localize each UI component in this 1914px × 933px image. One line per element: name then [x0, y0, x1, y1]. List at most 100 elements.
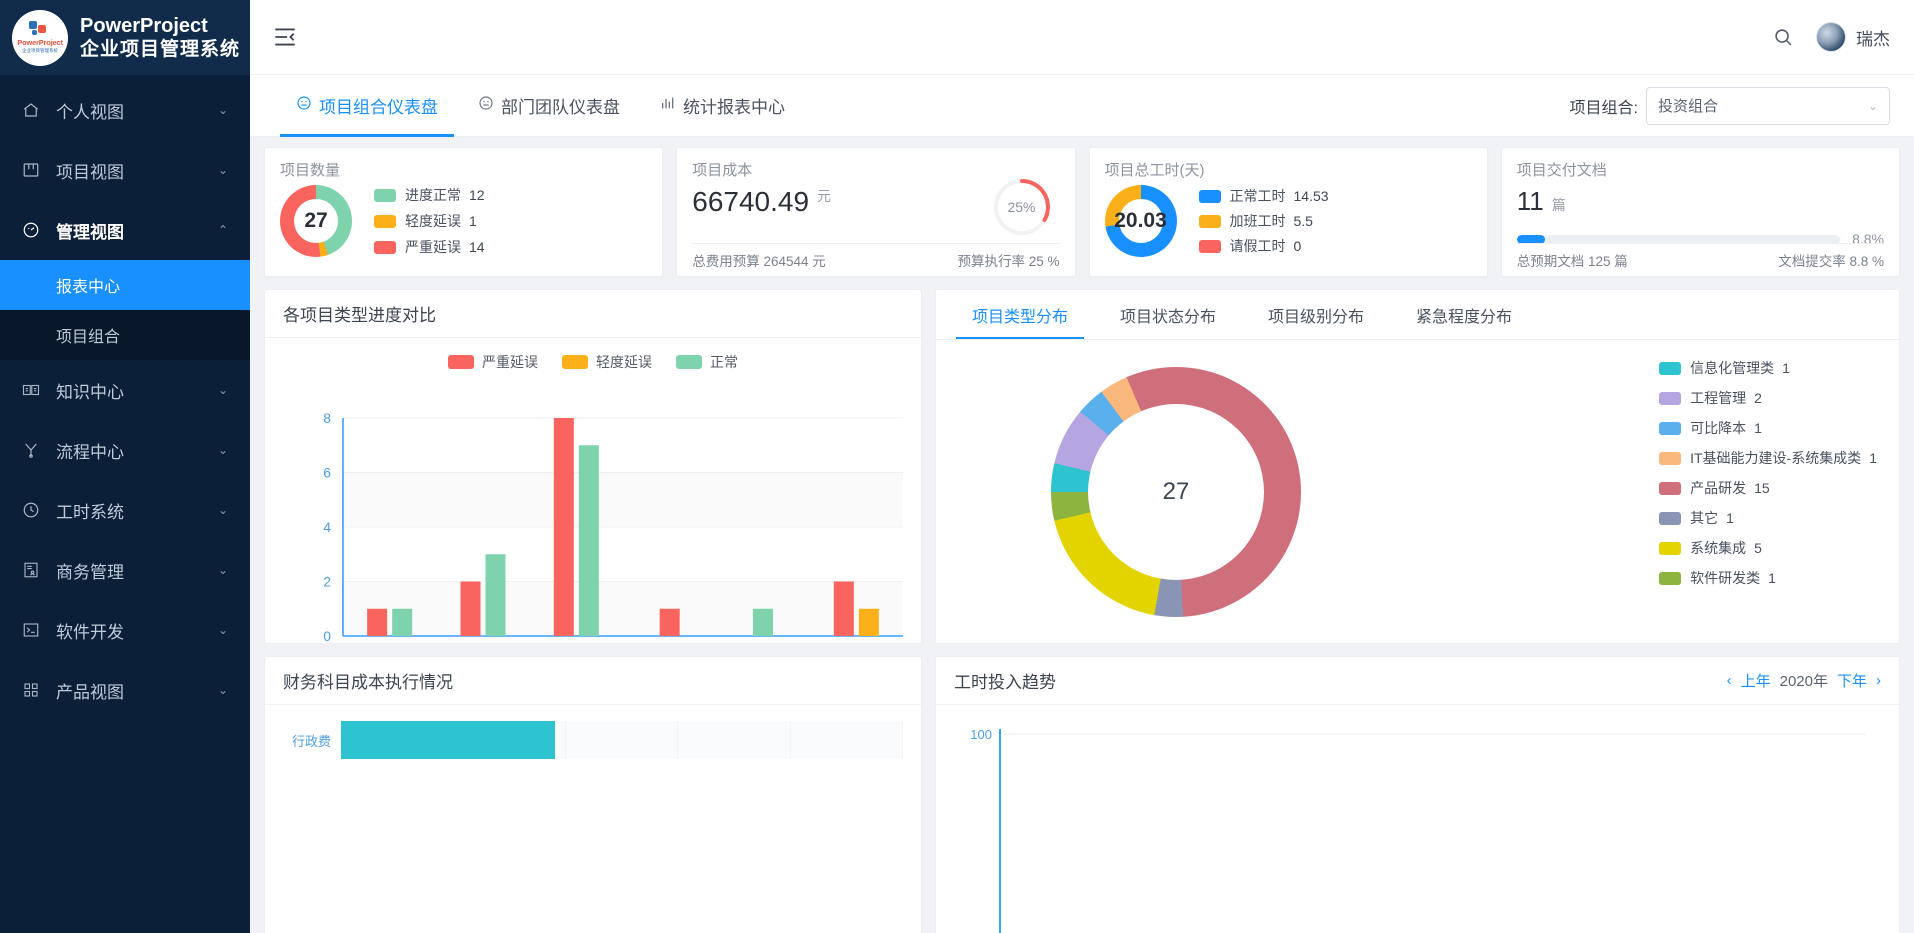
tab-project-level-distribution[interactable]: 项目级别分布	[1242, 290, 1390, 339]
legend-item: 信息化管理类 1	[1659, 358, 1877, 378]
sidebar-subitem-report-center[interactable]: 报表中心	[0, 260, 250, 310]
next-year-arrow-icon[interactable]: ›	[1876, 672, 1881, 689]
budget-execution-gauge-value: 25%	[1007, 199, 1036, 215]
legend-item: 进度正常 12	[374, 185, 485, 205]
project-cost-total-budget: 总费用预算 264544 元	[692, 254, 826, 269]
sidebar-label-business-management: 商务管理	[56, 562, 124, 582]
flow-icon	[22, 441, 48, 459]
legend-label-leave-hours: 请假工时	[1229, 238, 1286, 254]
tab-label-project-level: 项目级别分布	[1268, 308, 1365, 326]
sidebar-label-knowledge-center: 知识中心	[56, 382, 124, 402]
legend-swatch	[1659, 541, 1682, 555]
bottom-panels-row: 财务科目成本执行情况 行政费 工时投入趋势 ‹ 上年 2020年 下年 › 10…	[264, 656, 1900, 933]
panel-project-distribution: 项目类型分布 项目状态分布 项目级别分布 紧急程度分布 27 信息化管理类 1 …	[935, 289, 1900, 644]
sidebar-item-management-view[interactable]: 管理视图 ⌃	[0, 200, 250, 260]
portfolio-select-input[interactable]: 投资组合 ⌄	[1646, 86, 1890, 125]
tab-label-urgency: 紧急程度分布	[1416, 308, 1513, 326]
portfolio-label: 项目组合:	[1569, 99, 1638, 117]
legend-label-normal: 正常	[710, 354, 738, 370]
legend-swatch-slight-delay	[374, 214, 396, 228]
brand-name-cn: 企业项目管理系统	[80, 39, 241, 61]
panel-finance-cost-execution: 财务科目成本执行情况 行政费	[264, 656, 922, 933]
tab-project-status-distribution[interactable]: 项目状态分布	[1094, 290, 1242, 339]
legend-item: 请假工时 0	[1198, 236, 1329, 256]
dashboard-icon	[478, 95, 494, 116]
sidebar-item-personal-view[interactable]: 个人视图 ⌄	[0, 80, 250, 140]
next-year-link[interactable]: 下年	[1837, 670, 1867, 691]
panel-head-hours-trend: 工时投入趋势 ‹ 上年 2020年 下年 ›	[936, 657, 1899, 705]
project-cost-value: 66740.49	[692, 186, 810, 217]
legend-swatch	[1659, 511, 1682, 525]
current-year-label: 2020年	[1779, 673, 1828, 690]
bar-chart-icon	[660, 95, 676, 116]
legend-label: IT基础能力建设-系统集成类	[1690, 450, 1862, 466]
tab-urgency-distribution[interactable]: 紧急程度分布	[1390, 290, 1538, 339]
legend-item: 其它 1	[1659, 508, 1877, 528]
search-icon[interactable]	[1772, 26, 1794, 48]
legend-swatch-normal	[676, 355, 702, 369]
panel-hours-trend: 工时投入趋势 ‹ 上年 2020年 下年 › 100	[935, 656, 1900, 933]
user-menu[interactable]: 瑞杰	[1816, 22, 1890, 52]
distribution-tabs: 项目类型分布 项目状态分布 项目级别分布 紧急程度分布	[936, 290, 1899, 340]
legend-value-normal-hours: 14.53	[1293, 188, 1329, 204]
legend-item: 系统集成 5	[1659, 538, 1877, 558]
menu-collapse-icon[interactable]	[272, 24, 298, 50]
sidebar-label-project-portfolio: 项目组合	[56, 329, 121, 346]
sidebar: PowerProject 企业项目管理系统 PowerProject 企业项目管…	[0, 0, 250, 933]
sidebar-nav: 个人视图 ⌄ 项目视图 ⌄ 管理视图 ⌃ 报表中心 项目组合 知识中心 ⌄ 流程…	[0, 75, 250, 933]
brand-header[interactable]: PowerProject 企业项目管理系统 PowerProject 企业项目管…	[0, 0, 250, 75]
legend-swatch-slight-delay	[562, 355, 588, 369]
total-hours-legend: 正常工时 14.53 加班工时 5.5 请假工时 0	[1198, 186, 1329, 256]
tab-project-type-distribution[interactable]: 项目类型分布	[946, 290, 1094, 339]
finance-chart: 行政费	[265, 705, 921, 933]
card-total-hours: 项目总工时(天) 20.03 正常工时 14.53 加班工时 5.5 请假工时 …	[1088, 147, 1488, 277]
legend-swatch-severe-delay	[374, 240, 396, 254]
book-icon	[22, 381, 48, 399]
legend-label: 可比降本	[1690, 420, 1747, 436]
sidebar-item-software-development[interactable]: 软件开发 ⌄	[0, 600, 250, 660]
project-count-total: 27	[294, 199, 338, 243]
panel-title-finance-cost-execution: 财务科目成本执行情况	[265, 657, 921, 705]
sidebar-item-project-view[interactable]: 项目视图 ⌄	[0, 140, 250, 200]
prev-year-link[interactable]: 上年	[1741, 670, 1771, 691]
chevron-down-icon: ⌄	[217, 683, 228, 697]
hours-trend-svg: 100	[970, 727, 1866, 933]
sidebar-item-product-view[interactable]: 产品视图 ⌄	[0, 660, 250, 720]
card-project-count: 项目数量 27 进度正常 12 轻度延误 1 严重延误 14	[264, 147, 664, 277]
legend-value: 2	[1754, 390, 1762, 406]
legend-value-severe-delay: 14	[469, 239, 485, 255]
prev-year-arrow-icon[interactable]: ‹	[1727, 672, 1732, 689]
legend-label: 信息化管理类	[1690, 360, 1775, 376]
chevron-down-icon: ⌄	[1867, 98, 1878, 113]
sidebar-item-timesheet-system[interactable]: 工时系统 ⌄	[0, 480, 250, 540]
svg-text:6: 6	[323, 465, 331, 481]
sidebar-label-management-view: 管理视图	[56, 222, 124, 242]
sidebar-label-product-view: 产品视图	[56, 682, 124, 702]
dashboard-tabs: 项目组合仪表盘 部门团队仪表盘 统计报表中心	[276, 75, 805, 137]
legend-label-normal-hours: 正常工时	[1229, 188, 1286, 204]
progress-comparison-chart: 严重延误 轻度延误 正常 02468工	[265, 338, 921, 643]
legend-swatch	[1659, 361, 1682, 375]
card-title-delivery-documents: 项目交付文档	[1516, 162, 1607, 179]
card-project-cost: 项目成本 66740.49 元 25% 总费用预算 264544 元 预算执行率…	[676, 147, 1076, 277]
app-logo-icon: PowerProject 企业项目管理系统	[12, 9, 68, 66]
finance-row: 行政费	[283, 719, 904, 761]
user-name: 瑞杰	[1856, 29, 1890, 49]
legend-value-slight-delay: 1	[469, 213, 477, 229]
panel-title-progress-comparison: 各项目类型进度对比	[265, 290, 921, 338]
legend-swatch-on-schedule	[374, 188, 396, 202]
sidebar-item-business-management[interactable]: 商务管理 ⌄	[0, 540, 250, 600]
tab-statistics-report-center[interactable]: 统计报表中心	[640, 75, 805, 137]
tab-department-dashboard[interactable]: 部门团队仪表盘	[458, 75, 640, 137]
sidebar-item-knowledge-center[interactable]: 知识中心 ⌄	[0, 360, 250, 420]
tab-portfolio-dashboard[interactable]: 项目组合仪表盘	[276, 75, 458, 137]
legend-label-slight-delay: 轻度延误	[405, 213, 461, 229]
sidebar-item-process-center[interactable]: 流程中心 ⌄	[0, 420, 250, 480]
tab-label-statistics-report-center: 统计报表中心	[683, 98, 785, 117]
project-type-donut: 27	[1051, 366, 1301, 617]
project-cost-unit: 元	[817, 188, 832, 204]
sidebar-subitem-project-portfolio[interactable]: 项目组合	[0, 310, 250, 360]
project-count-donut: 27	[280, 185, 352, 257]
delivery-expected-total: 总预期文档 125 篇	[1516, 254, 1628, 269]
project-count-legend: 进度正常 12 轻度延误 1 严重延误 14	[374, 185, 485, 257]
